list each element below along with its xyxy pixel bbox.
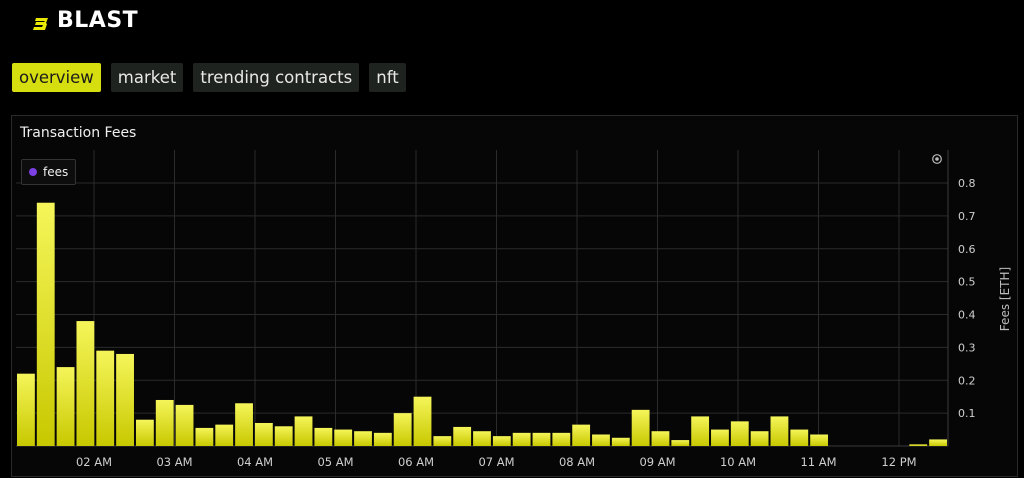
fee-bar: [334, 429, 353, 446]
fee-bar: [512, 432, 531, 446]
fee-bar: [671, 440, 690, 446]
fee-bar: [116, 353, 134, 446]
brand-name: BLAST: [57, 8, 139, 33]
fee-bar: [413, 396, 432, 446]
y-tick-label: 0.5: [958, 276, 976, 289]
fee-bar: [215, 424, 234, 446]
fee-bar: [195, 427, 214, 446]
fee-bar: [294, 416, 313, 446]
x-tick-label: 07 AM: [478, 455, 514, 469]
transaction-fees-panel: 0.1 0.2 0.3 0.4 0.5 0.6 0.7 0.8 02 AM 03 AM 04 AM 0…: [11, 115, 1018, 477]
x-tick-label: 06 AM: [398, 455, 434, 469]
fee-bar: [354, 431, 372, 446]
x-tick-label: 02 AM: [76, 455, 112, 469]
x-tick-label: 03 AM: [156, 455, 192, 469]
x-tick-label: 05 AM: [317, 455, 353, 469]
fee-bar: [592, 434, 610, 446]
reset-zoom-icon[interactable]: [932, 154, 942, 164]
y-tick-label: 0.3: [958, 341, 976, 354]
fee-bar: [17, 373, 35, 446]
x-tick-label: 11 AM: [800, 455, 836, 469]
fee-bar: [730, 421, 749, 446]
fee-bar: [175, 404, 194, 446]
fee-bar: [492, 436, 511, 446]
tab-trending-contracts[interactable]: trending contracts: [193, 63, 360, 92]
fee-bar: [433, 436, 452, 446]
y-tick-label: 0.7: [958, 210, 976, 223]
fee-bar: [453, 426, 472, 446]
legend-label: fees: [43, 165, 69, 179]
fee-bar: [135, 419, 154, 446]
fee-bar: [96, 350, 115, 446]
y-tick-label: 0.4: [958, 309, 976, 322]
y-axis-label: Fees [ETH]: [998, 267, 1012, 331]
fee-bar: [929, 439, 947, 446]
fee-bar: [631, 409, 650, 446]
fee-bar: [373, 432, 392, 446]
app-header: BLAST: [0, 0, 1024, 54]
y-tick-label: 0.6: [958, 243, 976, 256]
fee-bar: [611, 437, 630, 446]
fee-bar: [552, 432, 571, 446]
nav-tabs: overview market trending contracts nft: [12, 63, 406, 93]
fees-chart: 0.1 0.2 0.3 0.4 0.5 0.6 0.7 0.8 02 AM 03 AM 04 AM 0…: [16, 150, 1012, 469]
fee-bar: [473, 431, 491, 446]
fee-bar: [36, 202, 55, 446]
tab-market[interactable]: market: [110, 63, 184, 92]
x-tick-label: 09 AM: [639, 455, 675, 469]
fee-bar: [572, 424, 591, 446]
legend-dot-icon: [29, 168, 37, 176]
tab-overview[interactable]: overview: [12, 63, 101, 92]
fee-bar: [274, 426, 293, 446]
fee-bar: [909, 444, 928, 446]
x-tick-label: 08 AM: [559, 455, 595, 469]
fee-bar: [651, 431, 670, 446]
y-tick-label: 0.2: [958, 374, 976, 387]
fee-bar: [711, 429, 729, 446]
fee-bar: [254, 422, 273, 446]
fee-bar: [76, 321, 95, 446]
fee-bar: [393, 413, 412, 446]
y-tick-label: 0.1: [958, 407, 976, 420]
x-tick-label: 04 AM: [237, 455, 273, 469]
fee-bar: [750, 431, 769, 446]
fee-bar: [314, 427, 333, 446]
fee-bar: [532, 432, 551, 446]
panel-title: Transaction Fees: [20, 125, 137, 141]
fee-bar: [810, 434, 829, 446]
fee-bar: [790, 429, 809, 446]
blast-logo-icon: [33, 18, 48, 30]
chart-legend[interactable]: fees: [21, 159, 77, 185]
fee-bar: [155, 399, 174, 446]
fee-bar: [235, 403, 253, 446]
fee-bar: [56, 367, 75, 446]
fee-bar: [691, 416, 710, 446]
x-tick-label: 12 PM: [881, 455, 916, 469]
fee-bar: [770, 416, 789, 446]
x-tick-label: 10 AM: [720, 455, 756, 469]
tab-nft[interactable]: nft: [369, 63, 406, 92]
y-tick-label: 0.8: [958, 177, 976, 190]
